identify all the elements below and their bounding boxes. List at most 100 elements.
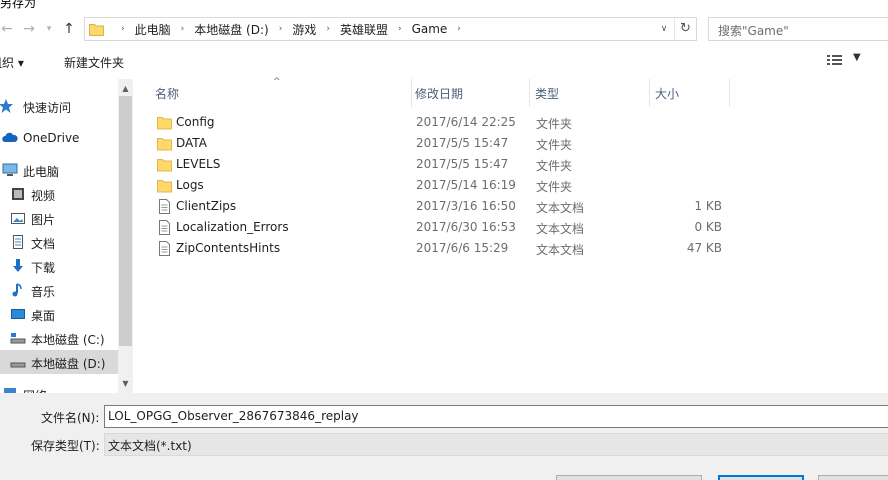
computer-icon — [2, 162, 18, 178]
sidebar-item-label: 本地磁盘 (C:) — [31, 333, 105, 347]
details-view-icon — [827, 55, 842, 65]
sidebar-item-pictures[interactable]: 图片 — [0, 206, 118, 230]
sidebar-item-music[interactable]: 音乐 — [0, 278, 118, 302]
text-file-icon — [159, 241, 170, 256]
sidebar-item-onedrive[interactable]: OneDrive — [0, 126, 118, 150]
column-header-date[interactable]: 修改日期 — [415, 79, 527, 107]
sidebar-item-label: 文档 — [31, 237, 56, 251]
recent-dropdown-icon[interactable]: ▾ — [38, 18, 60, 40]
sidebar-item-label: 图片 — [31, 213, 56, 227]
up-arrow-icon[interactable]: ↑ — [58, 18, 80, 40]
file-date: 2017/5/5 15:47 — [416, 157, 509, 171]
file-size: 47 KB — [686, 241, 722, 255]
filename-field[interactable]: LOL_OPGG_Observer_2867673846_replay — [104, 405, 888, 428]
file-name: Localization_Errors — [176, 220, 289, 234]
chevron-right-icon: › — [278, 24, 283, 34]
sidebar-item-this-pc[interactable]: 此电脑 — [0, 158, 118, 182]
chevron-right-icon: › — [121, 24, 125, 34]
search-input[interactable]: 搜索"Game" — [708, 17, 888, 41]
scroll-up-icon[interactable]: ▲ — [118, 81, 133, 96]
column-header-label: 大小 — [655, 87, 680, 101]
column-header-size[interactable]: 大小 — [655, 79, 729, 107]
folder-icon — [157, 117, 172, 130]
table-row[interactable]: Logs 2017/5/14 16:19 文件夹 — [133, 175, 888, 196]
toolbar: 组织 ▾ 新建文件夹 ▼ — [0, 46, 888, 78]
search-placeholder: 搜索"Game" — [718, 24, 789, 38]
sidebar-item-label: 桌面 — [31, 309, 56, 323]
desktop-icon — [10, 306, 26, 322]
save-as-dialog: 另存为 ← → ▾ ↑ › 此电脑 › 本地磁盘 (D:) › 游戏 › 英雄联… — [0, 0, 888, 480]
column-divider[interactable] — [649, 79, 650, 107]
scroll-thumb[interactable] — [119, 96, 132, 346]
folder-icon — [157, 159, 172, 172]
filename-label: 文件名(N): — [41, 411, 100, 425]
file-name: DATA — [176, 136, 207, 150]
sidebar-item-videos[interactable]: 视频 — [0, 182, 118, 206]
breadcrumb-item[interactable]: 此电脑 — [135, 21, 171, 38]
scroll-down-icon[interactable]: ▼ — [118, 376, 133, 391]
sidebar-item-documents[interactable]: 文档 — [0, 230, 118, 254]
file-name: ClientZips — [176, 199, 237, 213]
file-date: 2017/6/6 15:29 — [416, 241, 509, 255]
cancel-button[interactable] — [818, 475, 888, 480]
filetype-select[interactable]: 文本文档(*.txt) — [104, 433, 888, 456]
column-divider[interactable] — [729, 79, 730, 107]
table-row[interactable]: ClientZips 2017/3/16 16:50 文本文档 1 KB — [133, 196, 888, 217]
sidebar-item-label: 本地磁盘 (D:) — [31, 357, 106, 371]
breadcrumb-item[interactable]: 游戏 — [292, 21, 316, 38]
video-icon — [10, 186, 26, 202]
sidebar-item-drive-c[interactable]: 本地磁盘 (C:) — [0, 326, 118, 350]
view-options-button[interactable]: ▼ — [826, 52, 866, 71]
file-type: 文件夹 — [536, 117, 573, 131]
sidebar-item-drive-d[interactable]: 本地磁盘 (D:) — [0, 350, 118, 374]
sidebar-scrollbar[interactable]: ▲ ▼ — [118, 79, 133, 393]
chevron-right-icon: › — [457, 24, 461, 34]
file-type: 文件夹 — [536, 180, 573, 194]
column-divider[interactable] — [529, 79, 530, 107]
table-row[interactable]: ZipContentsHints 2017/6/6 15:29 文本文档 47 … — [133, 238, 888, 259]
refresh-icon[interactable]: ↻ — [674, 18, 696, 40]
breadcrumb-item[interactable]: 英雄联盟 — [340, 21, 388, 38]
forward-arrow-icon[interactable]: → — [18, 18, 40, 40]
text-file-icon — [159, 220, 170, 235]
star-icon — [0, 98, 14, 114]
table-row[interactable]: Config 2017/6/14 22:25 文件夹 — [133, 112, 888, 133]
chevron-right-icon: › — [180, 24, 185, 34]
navigation-row: ← → ▾ ↑ › 此电脑 › 本地磁盘 (D:) › 游戏 › 英雄联盟 › … — [0, 12, 888, 46]
save-button[interactable] — [718, 475, 804, 480]
save-options-panel: 文件名(N): LOL_OPGG_Observer_2867673846_rep… — [0, 393, 888, 480]
table-row[interactable]: DATA 2017/5/5 15:47 文件夹 — [133, 133, 888, 154]
back-arrow-icon[interactable]: ← — [0, 18, 18, 40]
sidebar-item-downloads[interactable]: 下载 — [0, 254, 118, 278]
breadcrumb-item[interactable]: Game — [412, 22, 448, 36]
hide-folders-button[interactable] — [556, 475, 702, 480]
address-dropdown-icon[interactable]: ∨ — [656, 18, 672, 40]
cloud-icon — [2, 130, 18, 146]
document-icon — [10, 234, 26, 250]
table-row[interactable]: LEVELS 2017/5/5 15:47 文件夹 — [133, 154, 888, 175]
chevron-down-icon: ▼ — [853, 52, 861, 63]
drive-icon — [10, 330, 26, 346]
navigation-pane: 快速访问 OneDrive 此电脑 视频 图片 文档 下载 音乐 桌面 本地磁盘… — [0, 79, 118, 393]
address-bar[interactable]: › 此电脑 › 本地磁盘 (D:) › 游戏 › 英雄联盟 › Game › ∨… — [84, 17, 697, 41]
file-type: 文本文档 — [536, 243, 585, 257]
new-folder-button[interactable]: 新建文件夹 — [64, 54, 124, 71]
file-size: 1 KB — [694, 199, 722, 213]
column-header-label: 修改日期 — [415, 87, 464, 101]
file-size: 0 KB — [694, 220, 722, 234]
file-type: 文本文档 — [536, 201, 585, 215]
breadcrumb-item[interactable]: 本地磁盘 (D:) — [194, 21, 268, 38]
file-name: Config — [176, 115, 215, 129]
file-name: Logs — [176, 178, 204, 192]
sidebar-item-desktop[interactable]: 桌面 — [0, 302, 118, 326]
sidebar-item-network[interactable]: 网络 — [0, 382, 118, 393]
table-row[interactable]: Localization_Errors 2017/6/30 16:53 文本文档… — [133, 217, 888, 238]
organize-button[interactable]: 组织 ▾ — [0, 54, 24, 71]
column-divider[interactable] — [411, 79, 412, 107]
file-type: 文件夹 — [536, 138, 573, 152]
sidebar-item-quick-access[interactable]: 快速访问 — [0, 94, 118, 118]
file-date: 2017/3/16 16:50 — [416, 199, 516, 213]
file-list: ^ 名称 修改日期 类型 大小 Config 2017/6/14 22:25 文… — [133, 77, 888, 393]
column-header-name[interactable]: 名称 — [155, 79, 411, 107]
column-header-type[interactable]: 类型 — [535, 79, 647, 107]
